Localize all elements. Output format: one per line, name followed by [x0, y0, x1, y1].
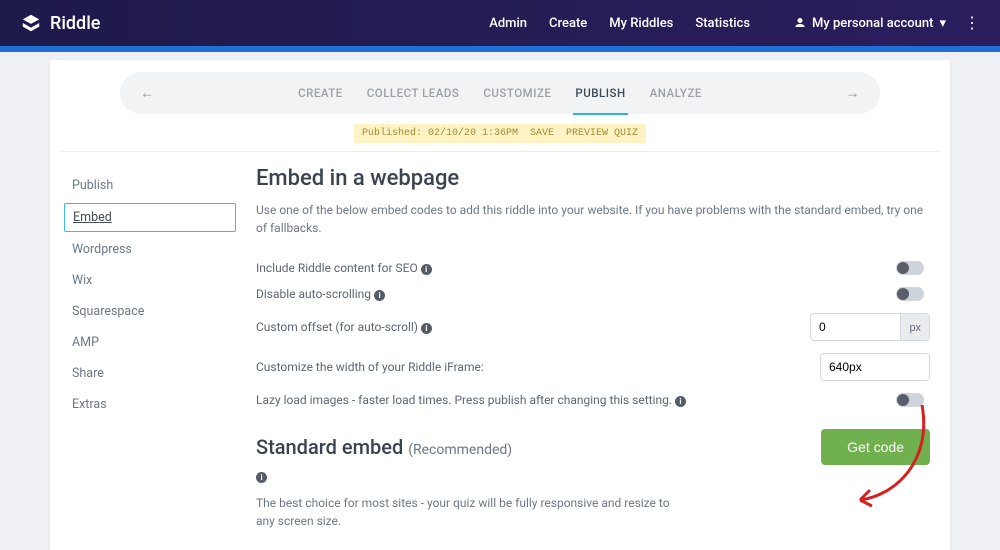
- kebab-menu-icon[interactable]: ⋮: [964, 15, 980, 31]
- preview-quiz-link[interactable]: PREVIEW QUIZ: [566, 128, 638, 139]
- sidebar: Publish Embed Wordpress Wix Squarespace …: [60, 166, 240, 550]
- save-link[interactable]: SAVE: [530, 128, 554, 139]
- nav-my-riddles[interactable]: My Riddles: [609, 16, 673, 31]
- nav-create[interactable]: Create: [549, 16, 587, 31]
- get-code-button[interactable]: Get code: [821, 429, 930, 465]
- standard-embed-desc: The best choice for most sites - your qu…: [256, 494, 676, 530]
- info-icon[interactable]: i: [421, 264, 432, 275]
- step-prev-icon[interactable]: ←: [140, 85, 155, 102]
- page-title: Embed in a webpage: [256, 166, 930, 191]
- brand-name: Riddle: [50, 13, 100, 34]
- nav-statistics[interactable]: Statistics: [695, 16, 750, 31]
- sidebar-item-wordpress[interactable]: Wordpress: [64, 236, 236, 263]
- info-icon[interactable]: i: [421, 323, 432, 334]
- published-timestamp: Published: 02/10/20 1:36PM: [362, 128, 518, 139]
- label-iframe-width: Customize the width of your Riddle iFram…: [256, 360, 814, 374]
- step-next-icon[interactable]: →: [846, 85, 861, 102]
- divider: [60, 151, 940, 152]
- label-seo: Include Riddle content for SEO i: [256, 261, 890, 275]
- custom-offset-input[interactable]: px: [810, 313, 930, 341]
- sidebar-item-embed[interactable]: Embed: [64, 203, 236, 232]
- account-label: My personal account: [812, 16, 933, 31]
- sidebar-item-extras[interactable]: Extras: [64, 391, 236, 418]
- toggle-disable-autoscroll[interactable]: [896, 287, 924, 301]
- status-banner: Published: 02/10/20 1:36PM SAVE PREVIEW …: [354, 124, 646, 143]
- page-subtitle: Use one of the below embed codes to add …: [256, 201, 930, 237]
- nav-admin[interactable]: Admin: [489, 16, 527, 31]
- content-card: ← CREATE COLLECT LEADS CUSTOMIZE PUBLISH…: [50, 60, 950, 550]
- sidebar-item-amp[interactable]: AMP: [64, 329, 236, 356]
- iframe-width-input[interactable]: [820, 353, 930, 381]
- label-lazy-load: Lazy load images - faster load times. Pr…: [256, 393, 890, 407]
- chevron-down-icon: ▾: [939, 16, 946, 31]
- toggle-lazy-load[interactable]: [896, 393, 924, 407]
- main-content: Embed in a webpage Use one of the below …: [240, 166, 940, 550]
- account-menu[interactable]: My personal account ▾: [794, 16, 946, 31]
- brand-icon: [20, 12, 42, 34]
- step-analyze[interactable]: ANALYZE: [650, 86, 702, 100]
- sidebar-item-squarespace[interactable]: Squarespace: [64, 298, 236, 325]
- recommended-label: (Recommended): [408, 442, 512, 458]
- sidebar-item-share[interactable]: Share: [64, 360, 236, 387]
- offset-unit: px: [900, 314, 929, 340]
- brand-logo[interactable]: Riddle: [20, 12, 100, 34]
- toggle-seo[interactable]: [896, 261, 924, 275]
- step-customize[interactable]: CUSTOMIZE: [483, 86, 551, 100]
- step-collect-leads[interactable]: COLLECT LEADS: [367, 86, 460, 100]
- user-icon: [794, 17, 806, 29]
- sidebar-item-publish[interactable]: Publish: [64, 172, 236, 199]
- step-publish[interactable]: PUBLISH: [575, 86, 625, 100]
- offset-field[interactable]: [811, 320, 900, 334]
- label-custom-offset: Custom offset (for auto-scroll) i: [256, 320, 804, 334]
- top-nav: Admin Create My Riddles Statistics My pe…: [489, 16, 946, 31]
- info-icon[interactable]: i: [374, 290, 385, 301]
- iframe-width-field[interactable]: [821, 360, 929, 374]
- step-create[interactable]: CREATE: [298, 86, 343, 100]
- sidebar-item-wix[interactable]: Wix: [64, 267, 236, 294]
- standard-embed-title: Standard embed (Recommended): [256, 435, 512, 459]
- label-disable-autoscroll: Disable auto-scrolling i: [256, 287, 890, 301]
- info-icon[interactable]: i: [256, 472, 267, 483]
- workflow-steps: ← CREATE COLLECT LEADS CUSTOMIZE PUBLISH…: [120, 72, 880, 114]
- info-icon[interactable]: i: [675, 396, 686, 407]
- top-bar: Riddle Admin Create My Riddles Statistic…: [0, 0, 1000, 46]
